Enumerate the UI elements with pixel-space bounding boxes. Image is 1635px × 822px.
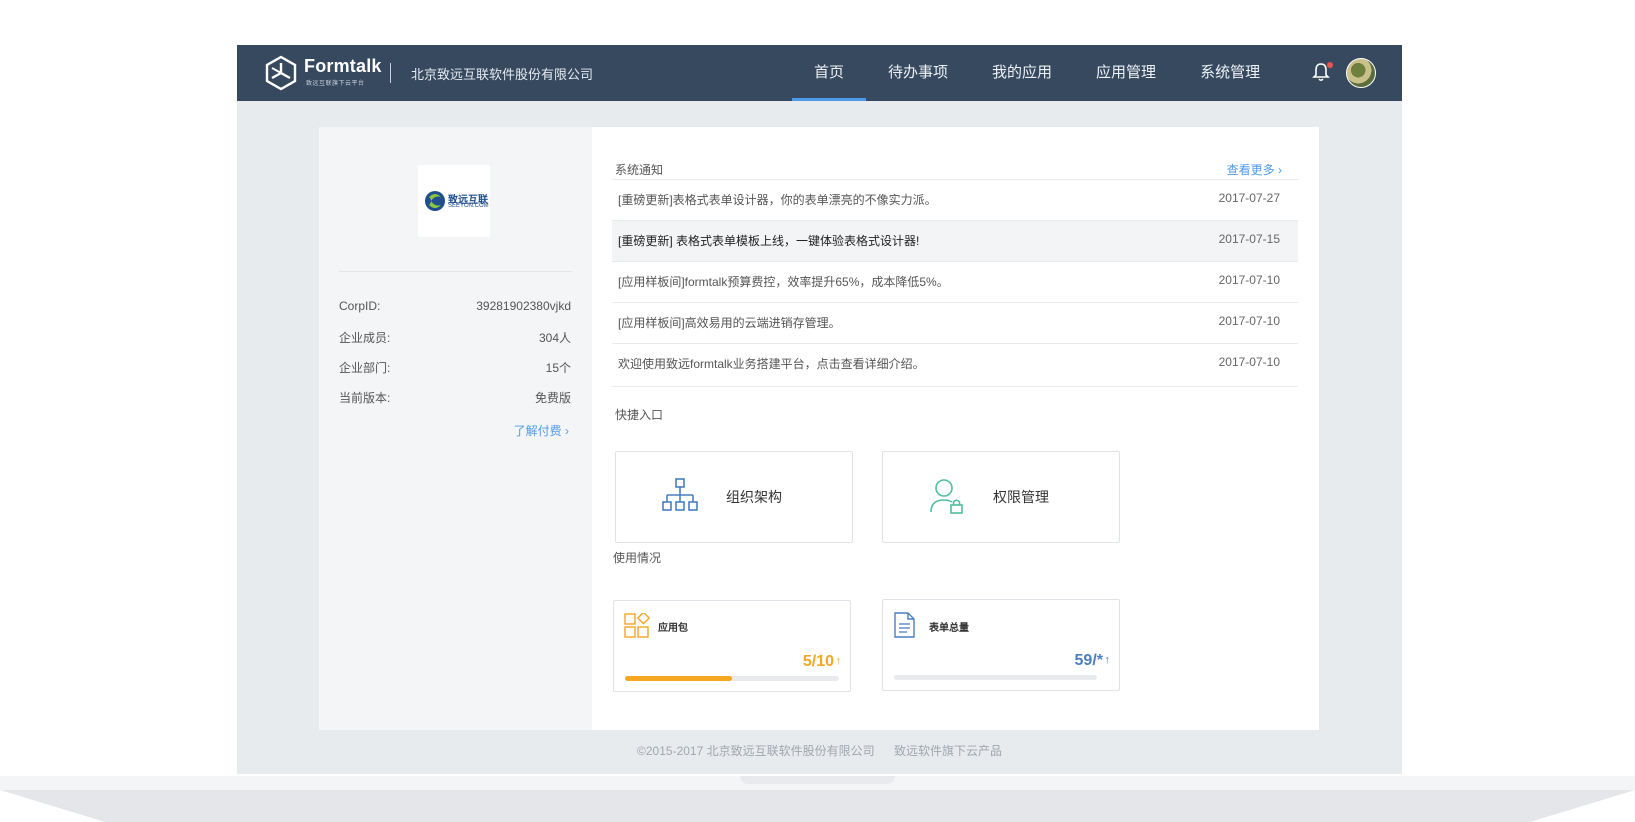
view-more-link[interactable]: 查看更多 › <box>1227 161 1282 178</box>
usage-value: 5/10 <box>802 653 834 670</box>
notice-row[interactable]: [应用样板间]高效易用的云端进销存管理。 2017-07-10 <box>612 303 1298 344</box>
app-package-icon <box>624 613 650 638</box>
brand-subtitle: 致远互联旗下云平台 <box>306 81 365 87</box>
usage-card-app-packages: 应用包 5/10 ↑ <box>613 600 851 692</box>
pricing-link[interactable]: 了解付费 › <box>514 422 569 439</box>
nav-item-system-management[interactable]: 系统管理 <box>1178 45 1282 101</box>
notice-text: [重磅更新]表格式表单设计器，你的表单漂亮的不像实力派。 <box>618 193 937 207</box>
usage-title: 使用情况 <box>613 551 662 565</box>
quick-entry-label: 组织架构 <box>726 489 782 505</box>
info-key: CorpID: <box>339 299 381 313</box>
brand-name: Formtalk <box>304 56 382 76</box>
info-key: 企业成员: <box>339 331 391 345</box>
notice-date: 2017-07-10 <box>1218 314 1280 328</box>
usage-label: 表单总量 <box>929 623 969 634</box>
notice-text: 欢迎使用致远formtalk业务搭建平台，点击查看详细介绍。 <box>618 357 925 371</box>
usage-progress-fill <box>625 676 732 681</box>
usage-value: 59/* <box>1074 652 1103 669</box>
info-key: 当前版本: <box>339 391 391 405</box>
info-key: 企业部门: <box>339 361 391 375</box>
notice-row[interactable]: [重磅更新] 表格式表单模板上线，一键体验表格式设计器! 2017-07-15 <box>612 221 1298 262</box>
quick-entry-permissions[interactable]: 权限管理 <box>882 451 1120 543</box>
info-value: 免费版 <box>534 391 571 405</box>
form-document-icon <box>894 612 915 638</box>
nav-item-app-management[interactable]: 应用管理 <box>1074 45 1178 101</box>
info-value: 15个 <box>545 361 571 375</box>
info-value: 39281902380vjkd <box>476 299 571 313</box>
info-row-version: 当前版本: 免费版 <box>339 389 571 409</box>
usage-label: 应用包 <box>658 623 688 634</box>
info-row-departments: 企业部门: 15个 <box>339 359 571 379</box>
brand-divider <box>390 63 391 83</box>
info-row-corpid: CorpID: 39281902380vjkd <box>339 299 571 319</box>
usage-card-form-total: 表单总量 59/* ↑ <box>882 599 1120 691</box>
info-value: 304人 <box>538 331 571 345</box>
usage-increase-icon: ↑ <box>835 655 842 667</box>
footer-tagline: 致远软件旗下云产品 <box>893 744 1002 758</box>
org-chart-icon <box>662 478 698 511</box>
quick-entry-label: 权限管理 <box>993 489 1049 505</box>
notice-date: 2017-07-27 <box>1218 191 1280 205</box>
quick-entry-title: 快捷入口 <box>615 408 664 422</box>
notice-date: 2017-07-15 <box>1218 232 1280 246</box>
info-divider <box>339 271 572 272</box>
main-nav: 首页 待办事项 我的应用 应用管理 系统管理 <box>792 45 1282 101</box>
laptop-notch <box>740 776 895 784</box>
usage-increase-icon: ↑ <box>1104 654 1111 666</box>
notice-row[interactable]: [重磅更新]表格式表单设计器，你的表单漂亮的不像实力派。 2017-07-27 <box>612 180 1298 221</box>
company-info-panel: 致远互联 SEEYON.COM CorpID: 39281902380vjkd … <box>319 127 592 730</box>
nav-item-todo[interactable]: 待办事项 <box>866 45 970 101</box>
notice-row[interactable]: 欢迎使用致远formtalk业务搭建平台，点击查看详细介绍。 2017-07-1… <box>612 344 1298 387</box>
notice-text: [重磅更新] 表格式表单模板上线，一键体验表格式设计器! <box>618 234 920 248</box>
page-footer: ©2015-2017 北京致远互联软件股份有限公司 致远软件旗下云产品 <box>237 742 1402 759</box>
top-navbar: Formtalk 致远互联旗下云平台 北京致远互联软件股份有限公司 首页 待办事… <box>237 45 1402 101</box>
quick-entry-org-structure[interactable]: 组织架构 <box>615 451 853 543</box>
notice-text: [应用样板间]高效易用的云端进销存管理。 <box>618 316 841 330</box>
nav-item-my-apps[interactable]: 我的应用 <box>970 45 1074 101</box>
nav-item-home[interactable]: 首页 <box>792 45 867 101</box>
app-screen: Formtalk 致远互联旗下云平台 北京致远互联软件股份有限公司 首页 待办事… <box>237 45 1402 774</box>
notification-badge <box>1327 62 1333 68</box>
dashboard-main: 系统通知 查看更多 › [重磅更新]表格式表单设计器，你的表单漂亮的不像实力派。… <box>592 127 1319 730</box>
company-name: 北京致远互联软件股份有限公司 <box>411 67 594 82</box>
company-logo-sub: SEEYON.COM <box>448 203 489 209</box>
notice-date: 2017-07-10 <box>1218 355 1280 369</box>
usage-progress-track <box>625 676 839 681</box>
user-avatar[interactable] <box>1346 58 1376 88</box>
formtalk-logo-icon <box>265 55 297 91</box>
footer-copyright: ©2015-2017 北京致远互联软件股份有限公司 <box>637 744 875 758</box>
usage-progress-track <box>894 675 1097 680</box>
notice-row[interactable]: [应用样板间]formtalk预算费控，效率提升65%，成本降低5%。 2017… <box>612 262 1298 303</box>
info-row-members: 企业成员: 304人 <box>339 329 571 349</box>
company-logo: 致远互联 SEEYON.COM <box>418 165 490 237</box>
notices-title: 系统通知 <box>615 163 664 177</box>
notice-text: [应用样板间]formtalk预算费控，效率提升65%，成本降低5%。 <box>618 275 949 289</box>
notice-date: 2017-07-10 <box>1218 273 1280 287</box>
notice-list: [重磅更新]表格式表单设计器，你的表单漂亮的不像实力派。 2017-07-27 … <box>612 179 1298 387</box>
user-lock-icon <box>930 479 963 514</box>
